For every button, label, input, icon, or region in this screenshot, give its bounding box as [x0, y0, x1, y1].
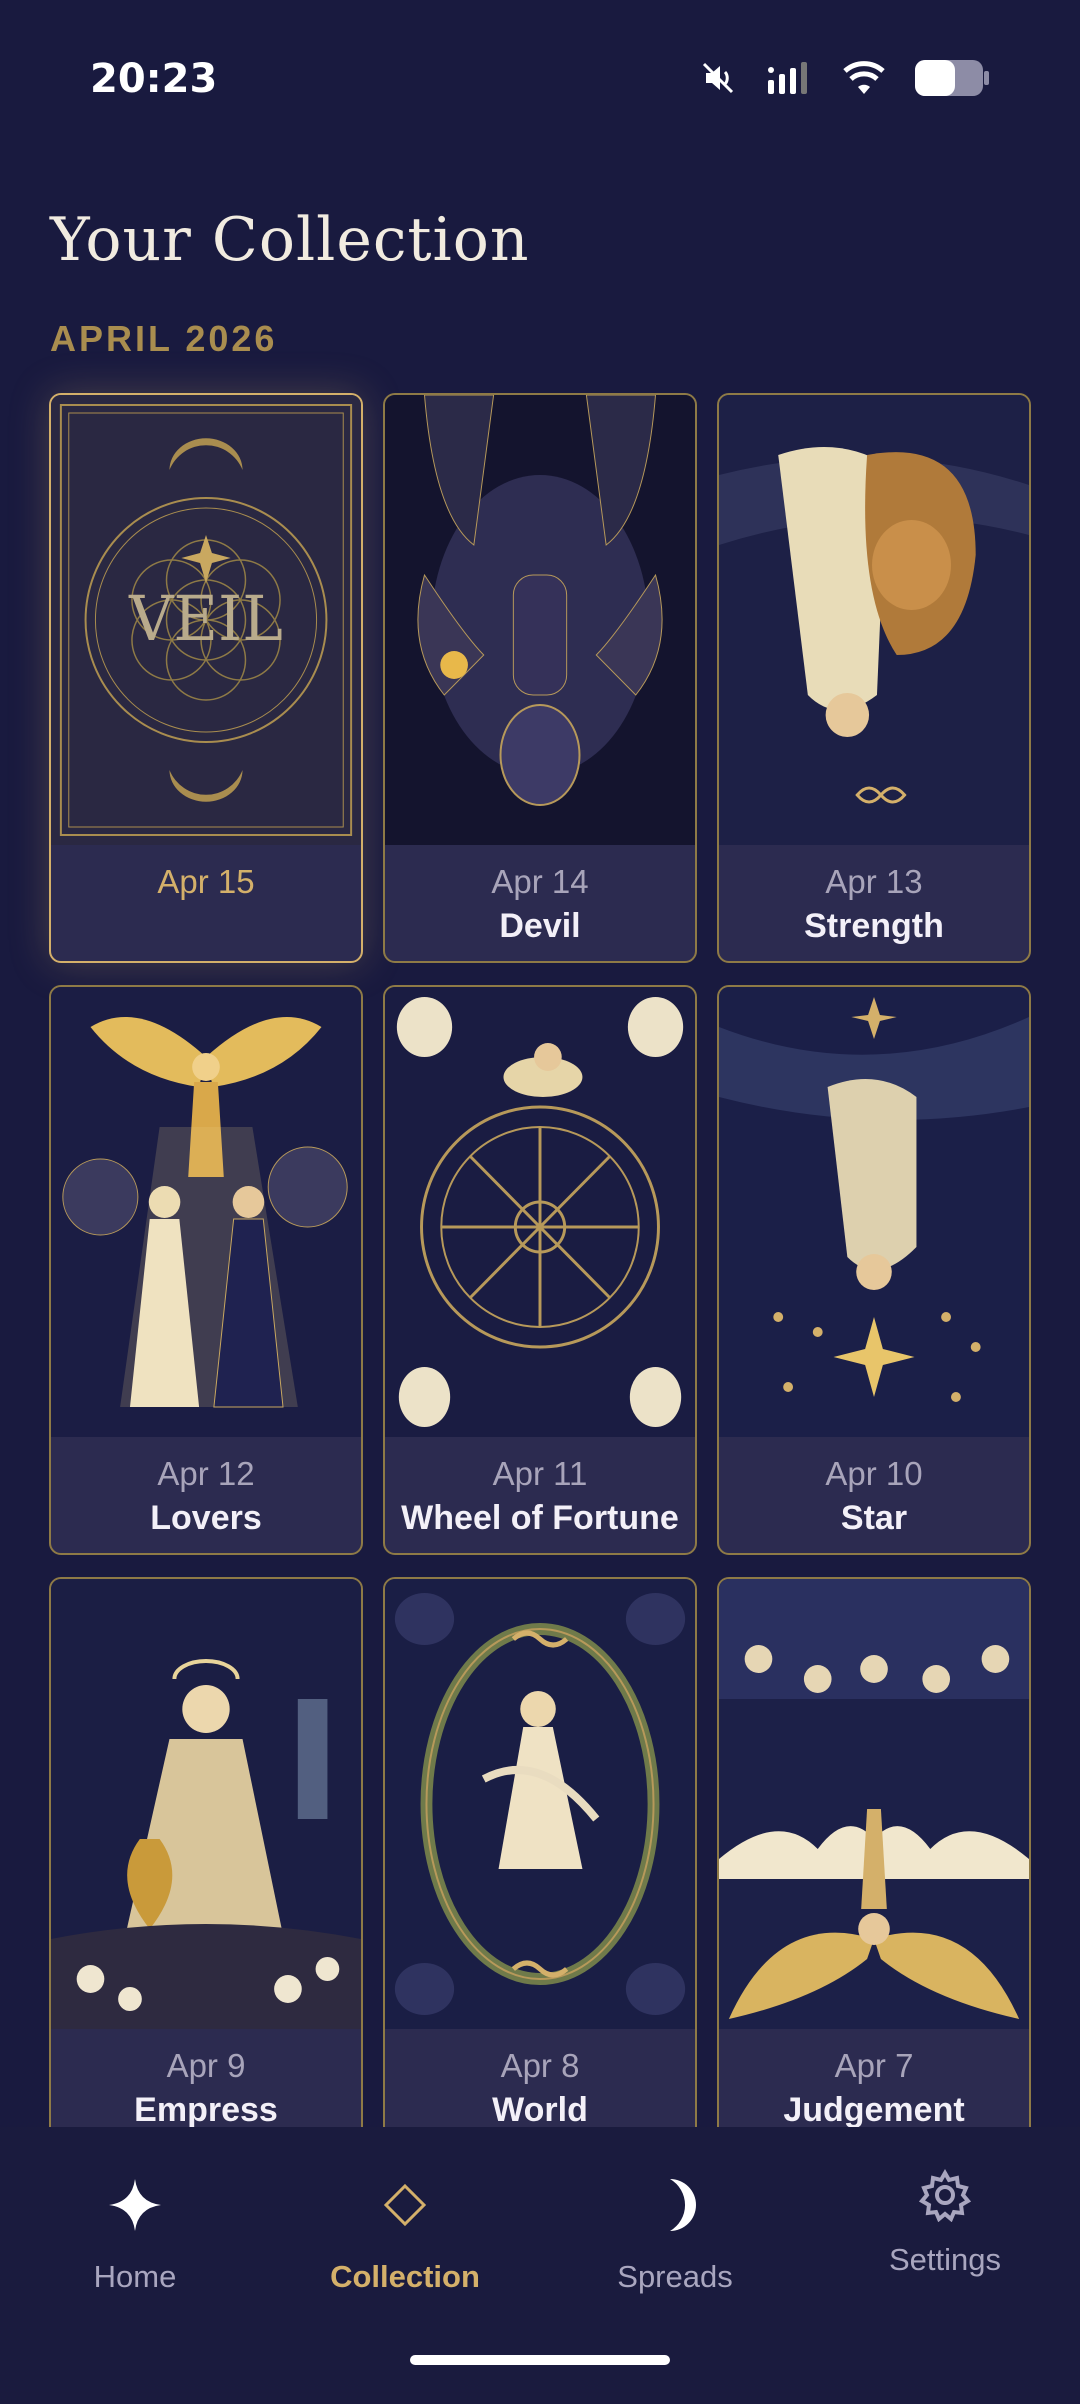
wheel-card-art [385, 987, 695, 1437]
judgement-card-art [719, 1579, 1029, 2029]
card-apr-14-devil[interactable]: Apr 14 Devil [383, 393, 697, 963]
veil-text: VEIL [128, 583, 283, 655]
lovers-card-art [51, 987, 361, 1437]
card-date: Apr 12 [157, 1455, 255, 1492]
card-date: Apr 9 [166, 2047, 246, 2084]
wifi-icon [842, 60, 886, 96]
card-apr-9-empress[interactable]: Apr 9 Empress [49, 1577, 363, 2147]
sparkle-icon [95, 2165, 175, 2245]
devil-card-art [385, 395, 695, 845]
signal-icon [766, 60, 814, 96]
card-name: Lovers [150, 1499, 262, 1537]
nav-spreads[interactable]: Spreads [540, 2127, 810, 2327]
card-date: Apr 10 [825, 1455, 923, 1492]
card-date: Apr 7 [834, 2047, 914, 2084]
card-date: Apr 11 [492, 1455, 588, 1492]
card-name: Wheel of Fortune [401, 1499, 679, 1537]
card-name: Devil [499, 907, 581, 945]
card-name: Empress [134, 2091, 278, 2129]
card-name: World [492, 2091, 588, 2129]
month-section-label: APRIL 2026 [50, 318, 278, 359]
veil-card-back: VEIL [51, 395, 361, 845]
card-apr-7-judgement[interactable]: Apr 7 Judgement [717, 1577, 1031, 2147]
card-date: Apr 14 [491, 863, 589, 900]
nav-label: Collection [330, 2259, 480, 2294]
mute-icon [698, 58, 738, 98]
battery-icon [914, 58, 990, 98]
card-apr-10-star[interactable]: Apr 10 Star [717, 985, 1031, 1555]
card-name: Strength [804, 907, 944, 945]
nav-settings[interactable]: Settings [810, 2127, 1080, 2327]
strength-card-art [719, 395, 1029, 845]
card-apr-12-lovers[interactable]: Apr 12 Lovers [49, 985, 363, 1555]
world-card-art [385, 1579, 695, 2029]
card-name: Star [840, 1499, 908, 1537]
card-date: Apr 8 [500, 2047, 580, 2084]
moon-icon [635, 2165, 715, 2245]
card-date: Apr 13 [825, 863, 923, 900]
card-date: Apr 15 [157, 863, 255, 900]
nav-collection[interactable]: Collection [270, 2127, 540, 2327]
diamond-icon [365, 2165, 445, 2245]
page-title: Your Collection [50, 205, 530, 275]
card-apr-15[interactable]: VEIL Apr 15 [49, 393, 363, 963]
status-time: 20:23 [90, 56, 218, 102]
nav-label: Spreads [617, 2259, 733, 2294]
card-name: Judgement [783, 2091, 965, 2129]
collection-grid: VEIL Apr 15 Apr 14 Devil Apr 13 Strength… [49, 393, 1031, 2147]
status-bar: 20:23 [0, 0, 1080, 160]
gear-icon [905, 2155, 985, 2235]
home-indicator[interactable] [410, 2355, 670, 2365]
star-card-art [719, 987, 1029, 1437]
card-apr-13-strength[interactable]: Apr 13 Strength [717, 393, 1031, 963]
status-icons [698, 58, 990, 98]
nav-home[interactable]: Home [0, 2127, 270, 2327]
empress-card-art [51, 1579, 361, 2029]
nav-label: Settings [888, 2242, 1001, 2277]
card-apr-11-wheel-of-fortune[interactable]: Apr 11 Wheel of Fortune [383, 985, 697, 1555]
nav-label: Home [93, 2259, 177, 2294]
card-apr-8-world[interactable]: Apr 8 World [383, 1577, 697, 2147]
